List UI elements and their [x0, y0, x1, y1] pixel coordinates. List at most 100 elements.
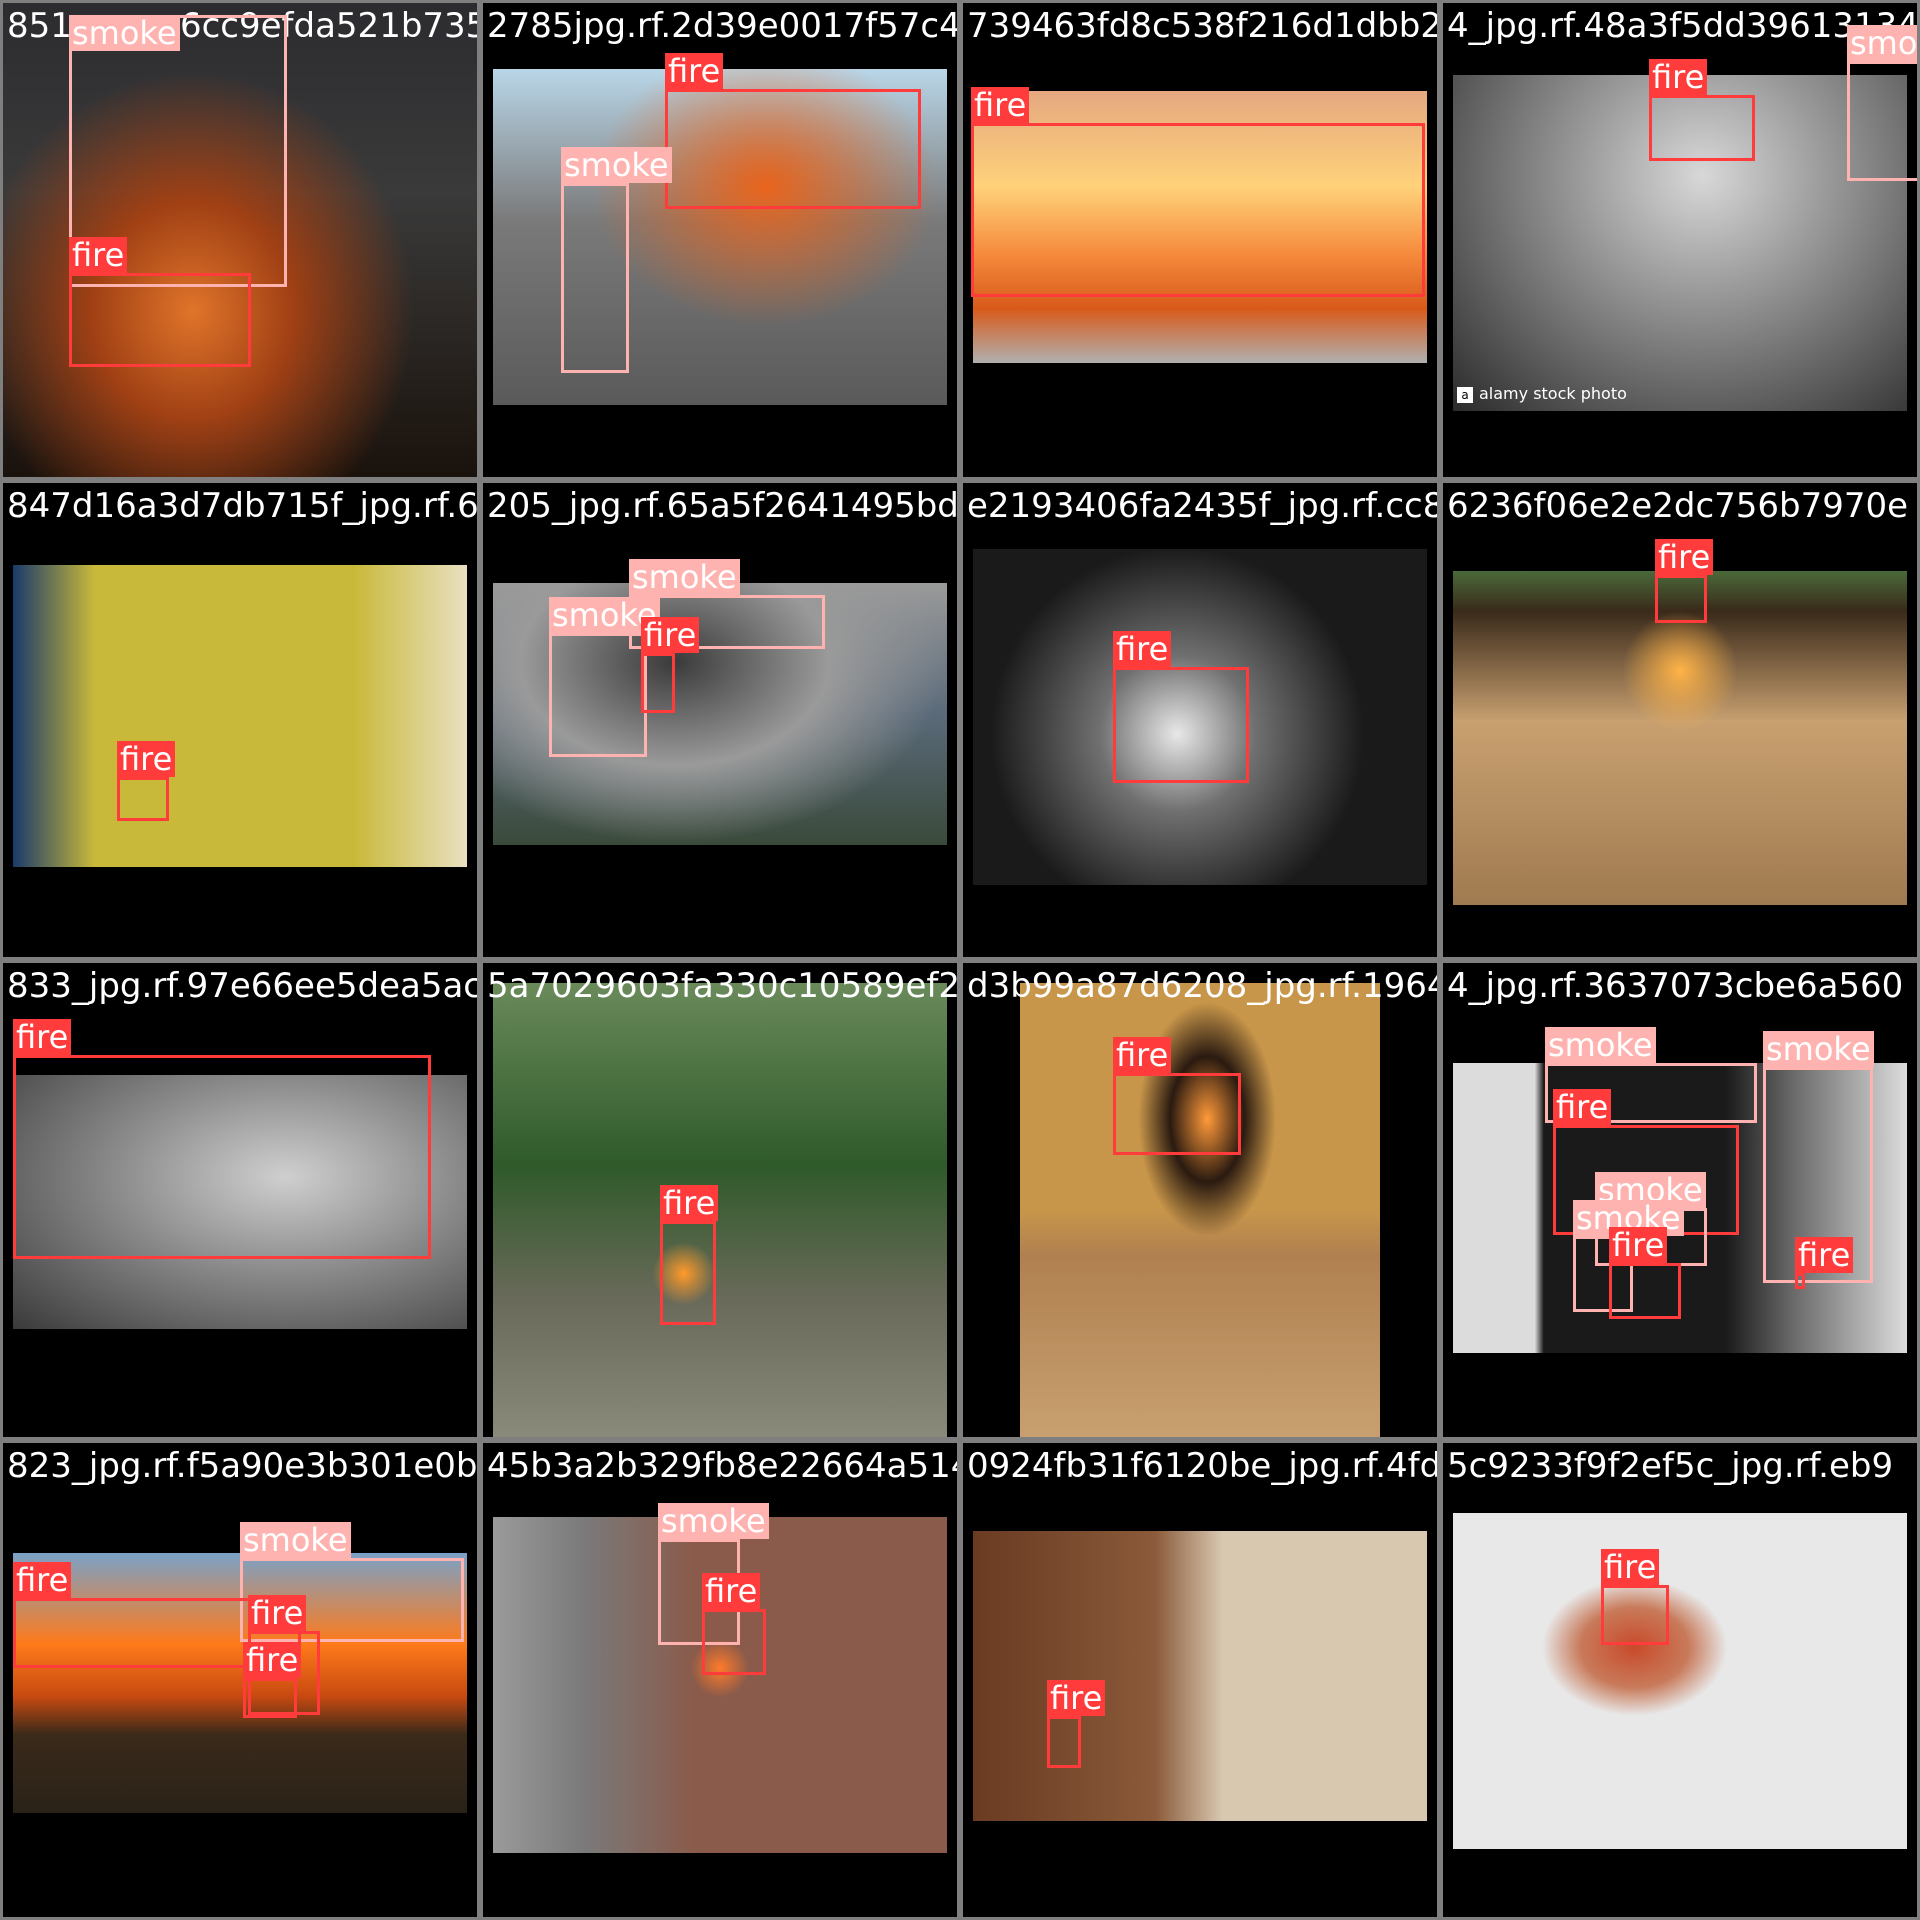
- image-filename: 833_jpg.rf.97e66ee5dea5ace: [7, 966, 477, 1006]
- image-filename: e2193406fa2435f_jpg.rf.cc8: [967, 486, 1437, 526]
- detection-label: fire: [1113, 631, 1172, 667]
- detection-label: fire: [243, 1642, 302, 1678]
- detection-box-fire: fire: [117, 741, 176, 821]
- image-tile: a alamy stock photo 4_jpg.rf.48a3f5dd39613…: [1440, 0, 1920, 480]
- image-frame: 5c9233f9f2ef5c_jpg.rf.eb9fire: [1443, 1443, 1917, 1917]
- image-frame: 2785jpg.rf.2d39e0017f57c4eba fire smoke: [483, 3, 957, 477]
- image-tile: 5c9233f9f2ef5c_jpg.rf.eb9fire: [1440, 1440, 1920, 1920]
- detection-label: fire: [971, 87, 1030, 123]
- image-filename: 739463fd8c538f216d1dbb2894: [967, 6, 1437, 46]
- image-frame: 45b3a2b329fb8e22664a514 smoke fire: [483, 1443, 957, 1917]
- detection-box-smoke: smoke: [549, 597, 660, 757]
- image-frame: 0924fb31f6120be_jpg.rf.4fdfire: [963, 1443, 1437, 1917]
- detection-label: smoke: [1847, 25, 1917, 61]
- detection-label: fire: [1601, 1549, 1660, 1585]
- image-tile: 847d16a3d7db715f_jpg.rf.6ea05fire: [0, 480, 480, 960]
- watermark-logo-icon: a: [1457, 387, 1473, 403]
- image-filename: 5c9233f9f2ef5c_jpg.rf.eb9: [1447, 1446, 1894, 1486]
- watermark-text: alamy stock photo: [1479, 384, 1627, 403]
- detection-box-fire: fire: [69, 237, 251, 367]
- image-tile: e2193406fa2435f_jpg.rf.cc8fire: [960, 480, 1440, 960]
- image-filename: 2785jpg.rf.2d39e0017f57c4eba: [487, 6, 957, 46]
- image-frame: 847d16a3d7db715f_jpg.rf.6ea05fire: [3, 483, 477, 957]
- image-filename: 205_jpg.rf.65a5f2641495bd: [487, 486, 957, 526]
- detection-label: fire: [1553, 1089, 1612, 1125]
- image-frame: 5a7029603fa330c10589ef2 fire: [483, 963, 957, 1437]
- photo-yellow-room-stove: [13, 565, 467, 867]
- image-frame: 4_jpg.rf.3637073cbe6a560 smoke smoke fire sm…: [1443, 963, 1917, 1437]
- image-tile: 6236f06e2e2dc756b7970e fire: [1440, 480, 1920, 960]
- detection-label: fire: [1795, 1237, 1854, 1273]
- detection-box-fire: fire: [1601, 1549, 1669, 1645]
- detection-label: fire: [1655, 539, 1714, 575]
- image-frame: e2193406fa2435f_jpg.rf.cc8fire: [963, 483, 1437, 957]
- detection-box-smoke: smoke: [561, 147, 672, 373]
- image-tile: 823_jpg.rf.f5a90e3b301e0bcsmoke fire fire f…: [0, 1440, 480, 1920]
- image-tile: 739463fd8c538f216d1dbb2894 fire: [960, 0, 1440, 480]
- detection-box-fire: fire: [1113, 1037, 1241, 1155]
- detection-label: fire: [702, 1573, 761, 1609]
- image-tile: 205_jpg.rf.65a5f2641495bd smoke smoke fire: [480, 480, 960, 960]
- detection-box-fire: fire: [243, 1642, 302, 1718]
- detection-box-fire: fire: [660, 1185, 719, 1325]
- image-tile: 0924fb31f6120be_jpg.rf.4fdfire: [960, 1440, 1440, 1920]
- photo-corner-fireplace: [1453, 1513, 1907, 1849]
- image-tile: 833_jpg.rf.97e66ee5dea5acefire: [0, 960, 480, 1440]
- detection-box-fire: fire: [1047, 1680, 1106, 1768]
- detection-box-fire: fire: [971, 87, 1425, 297]
- image-filename: 45b3a2b329fb8e22664a514: [487, 1446, 957, 1486]
- detection-label: fire: [660, 1185, 719, 1221]
- image-filename: 6236f06e2e2dc756b7970e: [1447, 486, 1909, 526]
- image-frame: 851 6cc9efda521b7352785jpg.rf.2d39e0017f…: [3, 3, 477, 477]
- image-frame: 739463fd8c538f216d1dbb2894 fire: [963, 3, 1437, 477]
- detection-box-fire: fire: [665, 53, 921, 209]
- detection-label: smoke: [561, 147, 672, 183]
- detection-label: smoke: [240, 1522, 351, 1558]
- image-tile: d3b99a87d6208_jpg.rf.1964 fire: [960, 960, 1440, 1440]
- detection-label: fire: [1047, 1680, 1106, 1716]
- image-tile: 2785jpg.rf.2d39e0017f57c4eba fire smoke: [480, 0, 960, 480]
- detection-box-fire: fire: [702, 1573, 766, 1675]
- detection-label: fire: [665, 53, 724, 89]
- detection-box-fire: fire: [1649, 59, 1755, 161]
- detection-label: fire: [117, 741, 176, 777]
- detection-box-fire: fire: [1655, 539, 1714, 623]
- detection-label: fire: [13, 1562, 72, 1598]
- detection-grid: 851 6cc9efda521b7352785jpg.rf.2d39e0017f…: [0, 0, 1920, 1920]
- detection-label: smoke: [658, 1503, 769, 1539]
- photo-fireplace-cat: [1020, 983, 1380, 1437]
- image-filename: 4_jpg.rf.3637073cbe6a560: [1447, 966, 1904, 1006]
- image-frame: 6236f06e2e2dc756b7970e fire: [1443, 483, 1917, 957]
- detection-label: fire: [1113, 1037, 1172, 1073]
- image-tile: 5a7029603fa330c10589ef2 fire: [480, 960, 960, 1440]
- detection-box-fire: fire: [641, 617, 700, 713]
- detection-label: fire: [1649, 59, 1708, 95]
- detection-label: fire: [13, 1019, 72, 1055]
- image-frame: 823_jpg.rf.f5a90e3b301e0bcsmoke fire fire f…: [3, 1443, 477, 1917]
- image-frame: 205_jpg.rf.65a5f2641495bd smoke smoke fire: [483, 483, 957, 957]
- detection-box-fire: fire: [1113, 631, 1249, 783]
- watermark: a alamy stock photo: [1457, 384, 1627, 403]
- photo-forest-campfire: [493, 983, 947, 1437]
- detection-label: fire: [69, 237, 128, 273]
- detection-label: smoke: [629, 559, 740, 595]
- detection-label: fire: [641, 617, 700, 653]
- image-filename: 847d16a3d7db715f_jpg.rf.6ea05: [7, 486, 477, 526]
- image-tile: 45b3a2b329fb8e22664a514 smoke fire: [480, 1440, 960, 1920]
- image-frame: d3b99a87d6208_jpg.rf.1964 fire: [963, 963, 1437, 1437]
- image-frame: a alamy stock photo 4_jpg.rf.48a3f5dd39613…: [1443, 3, 1917, 477]
- detection-box-fire: fire: [13, 1019, 431, 1259]
- image-filename: 0924fb31f6120be_jpg.rf.4fd: [967, 1446, 1437, 1486]
- detection-box-smoke: smoke: [1847, 25, 1917, 181]
- image-tile: 4_jpg.rf.3637073cbe6a560 smoke smoke fire sm…: [1440, 960, 1920, 1440]
- detection-box-fire: fire: [1795, 1237, 1854, 1289]
- detection-box-fire: fire: [1609, 1227, 1681, 1319]
- photo-living-room-hearth: [973, 1531, 1427, 1821]
- image-tile: 851 6cc9efda521b7352785jpg.rf.2d39e0017f…: [0, 0, 480, 480]
- detection-label: smoke: [1545, 1027, 1656, 1063]
- detection-label: fire: [248, 1595, 307, 1631]
- detection-label: fire: [1609, 1227, 1668, 1263]
- detection-label: smoke: [69, 15, 180, 51]
- image-frame: 833_jpg.rf.97e66ee5dea5acefire: [3, 963, 477, 1437]
- image-filename: 823_jpg.rf.f5a90e3b301e0bc: [7, 1446, 477, 1486]
